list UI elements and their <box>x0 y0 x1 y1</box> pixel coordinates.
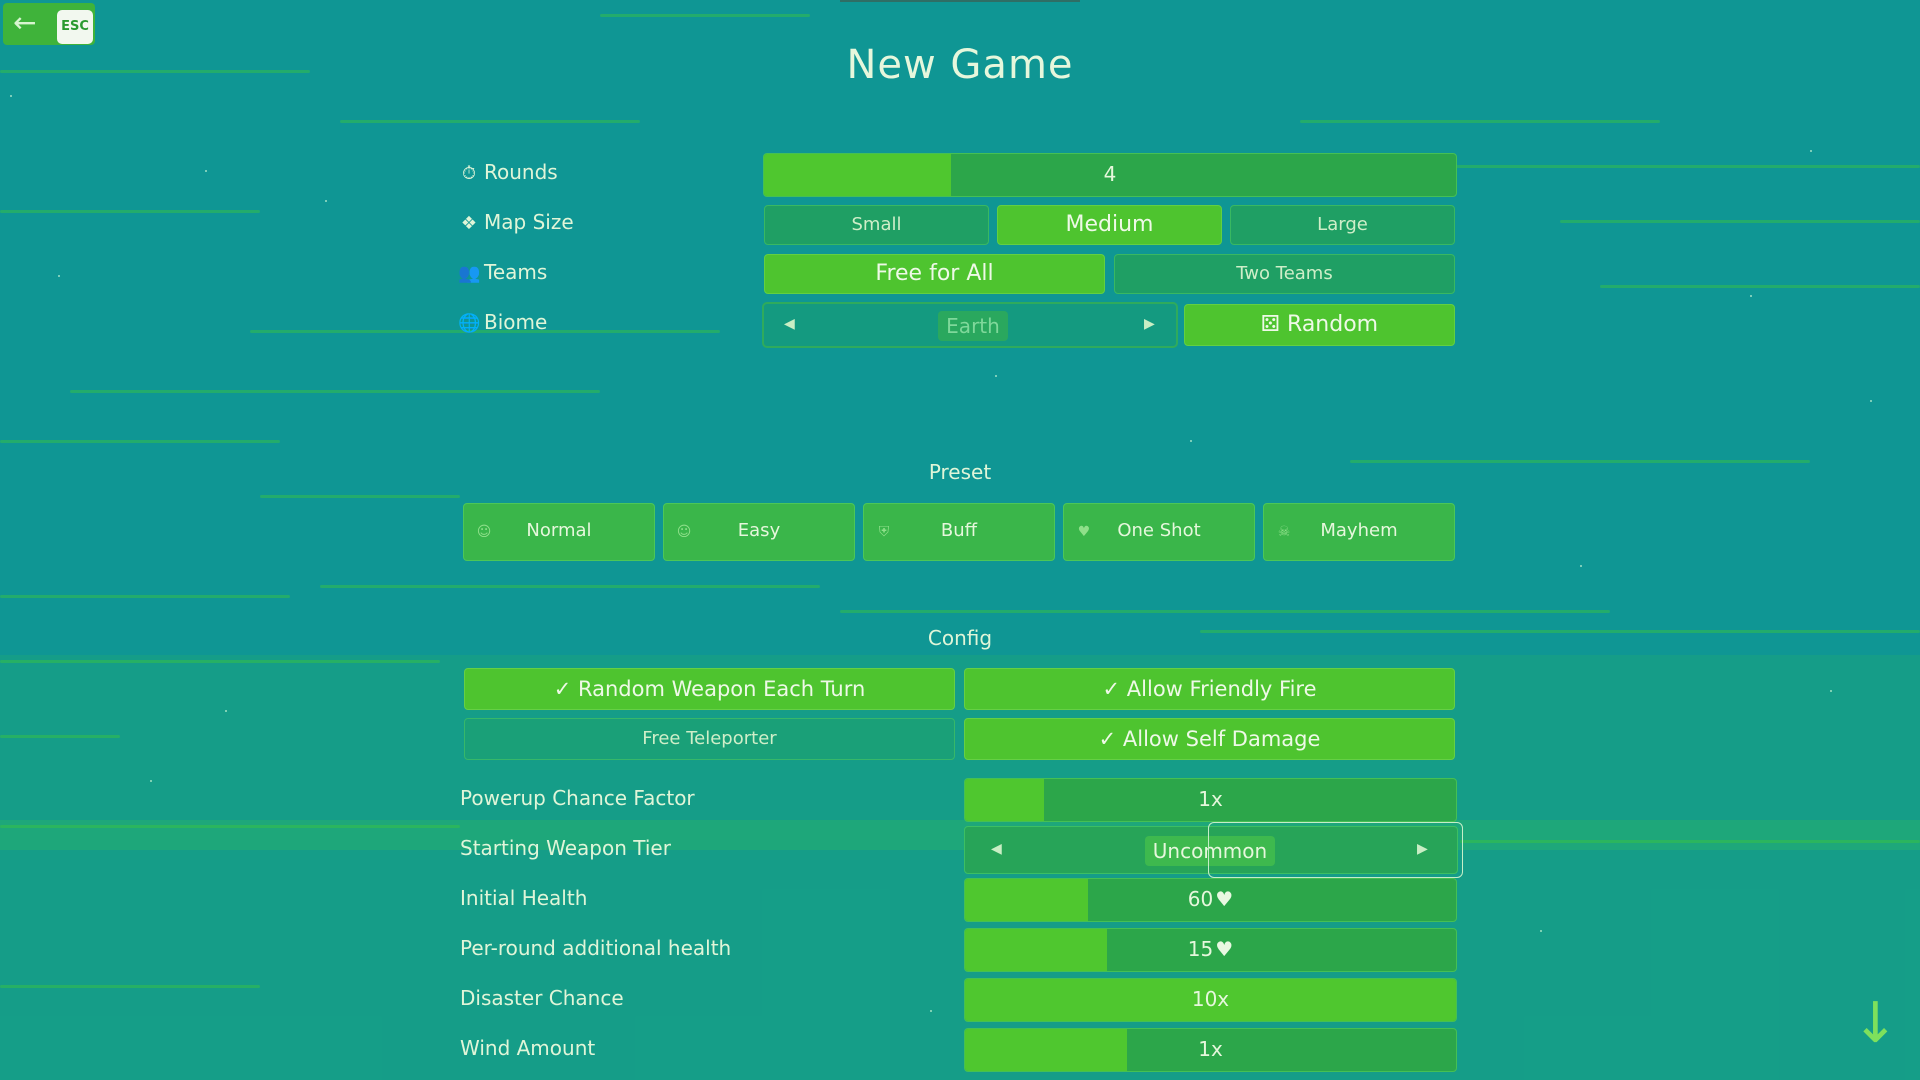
initial-health-slider[interactable]: 60 ♥ <box>964 878 1457 922</box>
preset-heading: Preset <box>928 460 992 484</box>
stopwatch-icon: ⏱ <box>461 163 477 184</box>
disaster-chance-slider[interactable]: 10x <box>964 978 1457 1022</box>
toggle-free-teleporter[interactable]: Free Teleporter <box>464 718 955 760</box>
starting-weapon-tier-label: Starting Weapon Tier <box>460 836 671 860</box>
teams-label: 👥 Teams <box>458 260 548 284</box>
users-icon: 👥 <box>458 263 481 284</box>
arrow-left-icon: ← <box>13 6 37 39</box>
config-heading: Config <box>927 626 993 650</box>
rounds-slider[interactable]: 4 <box>763 153 1457 197</box>
disaster-chance-label: Disaster Chance <box>460 986 624 1010</box>
page-title: New Game <box>846 42 1074 88</box>
biome-random-label: Random <box>1287 312 1379 337</box>
per-round-health-label: Per-round additional health <box>460 936 732 960</box>
biome-random-button[interactable]: ⚄ Random <box>1184 304 1455 346</box>
expand-icon: ❖ <box>460 213 478 234</box>
rounds-value: 4 <box>1103 162 1117 186</box>
initial-health-value: 60 <box>1187 887 1214 911</box>
caret-left-icon[interactable]: ◀ <box>784 316 795 332</box>
caret-left-icon[interactable]: ◀ <box>991 841 1002 857</box>
initial-health-value-wrap: 60 ♥ <box>965 879 1456 921</box>
heart-icon: ♥ <box>1215 887 1234 911</box>
map-size-label: ❖ Map Size <box>458 210 574 236</box>
back-button[interactable]: ← ESC <box>3 3 95 45</box>
check-icon: ✓ <box>1098 727 1117 751</box>
map-size-small-button[interactable]: Small <box>764 205 989 245</box>
caret-right-icon[interactable]: ▶ <box>1144 316 1155 332</box>
preset-mayhem-button[interactable]: ☠ Mayhem <box>1263 503 1455 561</box>
preset-buff-button[interactable]: ⛨ Buff <box>863 503 1055 561</box>
check-icon: ✓ <box>1102 677 1121 701</box>
map-size-medium-button[interactable]: Medium <box>997 205 1222 245</box>
dice-icon: ⚄ <box>1260 312 1281 337</box>
esc-key-hint: ESC <box>57 10 93 44</box>
teams-free-for-all-button[interactable]: Free for All <box>764 254 1105 294</box>
toggle-allow-friendly-fire[interactable]: ✓ Allow Friendly Fire <box>964 668 1455 710</box>
preset-normal-button[interactable]: ☺ Normal <box>463 503 655 561</box>
globe-icon: 🌐 <box>458 313 481 334</box>
powerup-chance-slider[interactable]: 1x <box>964 778 1457 822</box>
wind-amount-slider[interactable]: 1x <box>964 1028 1457 1072</box>
disaster-chance-value: 10x <box>1191 987 1230 1011</box>
rounds-label: ⏱ Rounds <box>458 160 558 186</box>
toggle-random-weapon-each-turn[interactable]: ✓ Random Weapon Each Turn <box>464 668 955 710</box>
powerup-chance-label: Powerup Chance Factor <box>460 786 695 810</box>
biome-selector[interactable]: ◀ Earth ▶ <box>762 302 1178 348</box>
top-separator <box>840 0 1080 2</box>
preset-easy-button[interactable]: ☺ Easy <box>663 503 855 561</box>
teams-two-teams-button[interactable]: Two Teams <box>1114 254 1455 294</box>
check-icon: ✓ <box>553 677 572 701</box>
preset-one-shot-button[interactable]: ♥ One Shot <box>1063 503 1255 561</box>
per-round-health-slider[interactable]: 15 ♥ <box>964 928 1457 972</box>
initial-health-label: Initial Health <box>460 886 588 910</box>
focus-outline <box>1208 822 1463 878</box>
biome-value: Earth <box>938 311 1008 341</box>
wind-amount-value: 1x <box>1198 1037 1223 1061</box>
map-size-large-button[interactable]: Large <box>1230 205 1455 245</box>
per-round-health-value-wrap: 15 ♥ <box>965 929 1456 971</box>
per-round-health-value: 15 <box>1187 937 1214 961</box>
arrow-down-icon[interactable]: ↓ <box>1852 996 1899 1052</box>
wind-amount-label: Wind Amount <box>460 1036 596 1060</box>
powerup-chance-value: 1x <box>1198 787 1223 811</box>
heart-icon: ♥ <box>1215 937 1234 961</box>
biome-label: 🌐 Biome <box>458 310 548 334</box>
toggle-allow-self-damage[interactable]: ✓ Allow Self Damage <box>964 718 1455 760</box>
